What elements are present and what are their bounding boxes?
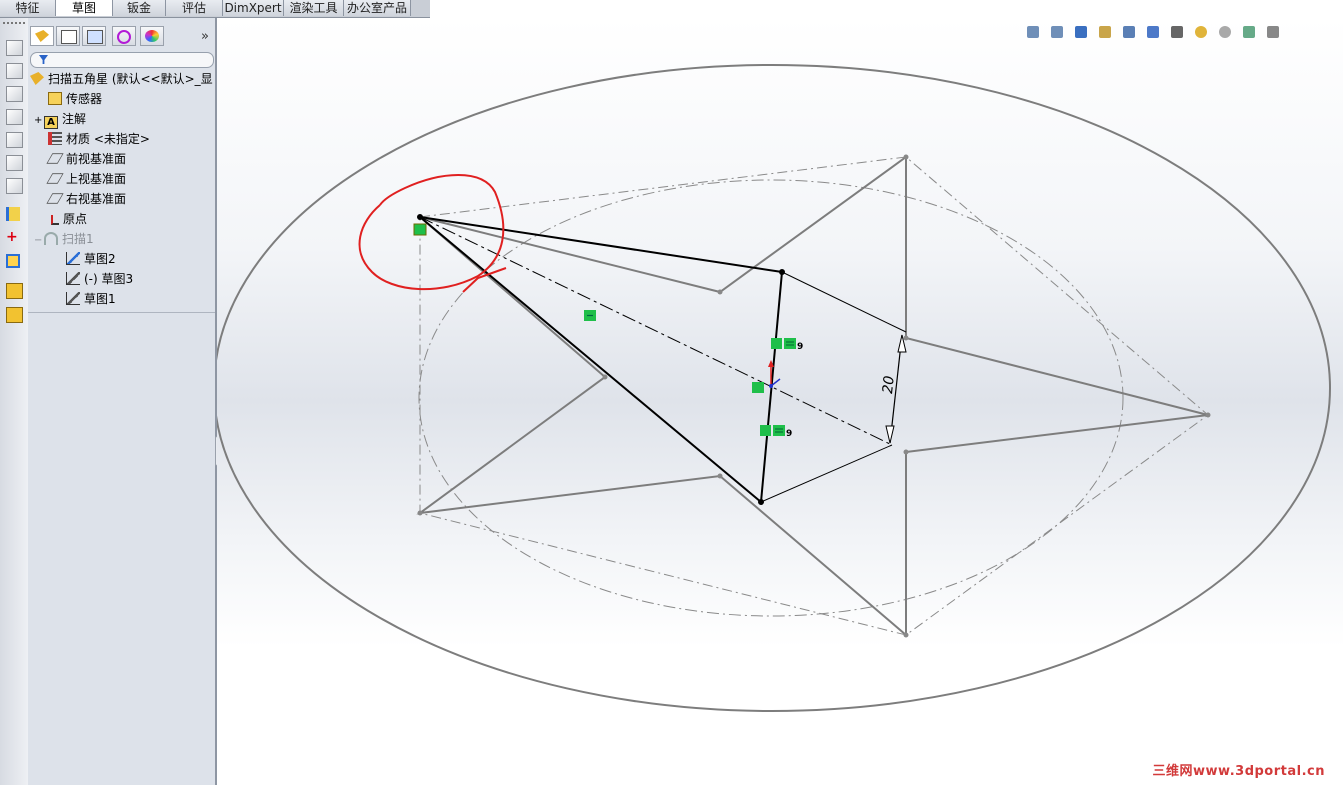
tab-4[interactable]: DimXpert — [223, 0, 284, 16]
sketch-origin — [769, 384, 773, 388]
star-vertex — [602, 374, 608, 380]
tab-6[interactable]: 办公室产品 — [344, 0, 411, 16]
origin-icon — [51, 215, 59, 225]
relations-icon[interactable] — [6, 254, 20, 268]
annotation-icon: A — [44, 116, 58, 129]
expand-icon[interactable]: + — [34, 112, 44, 130]
relation-index: 9 — [797, 342, 803, 352]
layer-icon[interactable] — [6, 307, 23, 323]
tab-configuration-manager[interactable] — [82, 26, 106, 46]
sketch-point[interactable] — [779, 269, 785, 275]
expand-panel-icon[interactable]: » — [201, 29, 209, 44]
sketch-icon — [66, 292, 80, 305]
extension-line — [781, 271, 907, 333]
pierce-relation-icon[interactable] — [752, 382, 764, 393]
plane-icon — [46, 153, 64, 164]
tree-item-front-plane[interactable]: 前视基准面 — [46, 150, 126, 168]
tree-item-sketch2[interactable]: 草图2 — [66, 250, 116, 268]
sweep-icon — [44, 232, 58, 245]
dimension-value[interactable]: 20 — [880, 375, 898, 394]
relation-index: 9 — [786, 429, 792, 439]
sketch-point[interactable] — [758, 499, 764, 505]
watermark: 三维网www.3dportal.cn — [1152, 764, 1325, 779]
tab-dimxpert-manager[interactable] — [112, 26, 136, 46]
centerline — [419, 216, 893, 446]
star-vertex — [903, 335, 909, 341]
panel-tabs: » — [28, 24, 215, 48]
coincident-relation-icon[interactable] — [413, 223, 427, 236]
sketch-icon — [66, 272, 80, 285]
tab-2[interactable]: 钣金 — [113, 0, 166, 16]
star-vertex — [903, 449, 909, 455]
outer-ellipse — [217, 64, 1331, 712]
panel-divider — [28, 312, 215, 313]
sensor-icon — [48, 92, 62, 105]
tab-1[interactable]: 草图 — [56, 0, 113, 16]
crosshair-icon — [117, 30, 131, 44]
graphics-area[interactable]: 20 9 9 三维网www.3dportal.cn — [217, 18, 1343, 785]
layer-icon[interactable] — [6, 283, 23, 299]
plane-icon — [46, 173, 64, 184]
command-manager-tabs: 特征 草图 钣金 评估 DimXpert 渲染工具 办公室产品 — [0, 0, 430, 18]
tree-item-part[interactable]: 扫描五角星 (默认<<默认>_显 — [30, 70, 213, 88]
tab-5[interactable]: 渲染工具 — [284, 0, 344, 16]
sketch-canvas: 20 9 9 — [217, 64, 1331, 712]
star-vertex — [1205, 412, 1211, 418]
tree-item-origin[interactable]: 原点 — [48, 210, 87, 228]
tab-property-manager[interactable] — [56, 26, 80, 46]
tab-3[interactable]: 评估 — [166, 0, 223, 16]
equal-relation-icon[interactable] — [784, 338, 796, 349]
view-cube-icon[interactable] — [6, 40, 23, 56]
star-vertex — [417, 510, 423, 516]
tree-item-sweep[interactable]: − 扫描1 — [34, 230, 94, 248]
sketch-tool-icon[interactable] — [6, 207, 20, 221]
construction-pentagon — [419, 156, 1209, 636]
tree-item-sketch1[interactable]: 草图1 — [66, 290, 116, 308]
star-vertex — [717, 473, 723, 479]
smart-dimension-icon[interactable]: + — [6, 230, 21, 244]
plane-icon — [46, 193, 64, 204]
configuration-icon — [87, 30, 103, 44]
material-icon — [48, 132, 62, 145]
view-cube-icon[interactable] — [6, 63, 23, 79]
vertical-relation-icon[interactable] — [760, 425, 771, 436]
tree-item-material[interactable]: 材质 <未指定> — [48, 130, 150, 148]
sketch-triangle[interactable] — [419, 216, 784, 504]
property-icon — [61, 30, 77, 44]
tab-display-manager[interactable] — [140, 26, 164, 46]
tree-item-sensors[interactable]: 传感器 — [48, 90, 102, 108]
part-icon — [30, 72, 44, 85]
equal-relation-icon[interactable] — [773, 425, 785, 436]
star-vertex — [903, 154, 909, 160]
view-cube-icon[interactable] — [6, 109, 23, 125]
tab-feature-tree[interactable] — [30, 26, 54, 46]
filter-icon — [39, 55, 48, 64]
sketch-point[interactable] — [417, 214, 423, 220]
vertical-relation-icon[interactable] — [771, 338, 782, 349]
tree-item-top-plane[interactable]: 上视基准面 — [46, 170, 126, 188]
toolbar-grip[interactable] — [3, 22, 25, 27]
star-vertex — [717, 289, 723, 295]
tree-item-sketch3[interactable]: (-) 草图3 — [66, 270, 133, 288]
color-wheel-icon — [145, 30, 159, 42]
view-cube-icon[interactable] — [6, 132, 23, 148]
sketch-icon — [66, 252, 80, 265]
tab-0[interactable]: 特征 — [0, 0, 56, 16]
extension-line — [760, 444, 893, 503]
star-profile — [416, 155, 1209, 638]
view-cube-icon[interactable] — [6, 86, 23, 102]
part-icon — [35, 30, 49, 42]
dimension-arrow — [885, 425, 895, 444]
collapse-icon[interactable]: − — [34, 232, 44, 250]
left-toolbar: + — [0, 18, 29, 785]
tree-filter-input[interactable] — [30, 52, 214, 68]
feature-manager-panel: » 扫描五角星 (默认<<默认>_显 传感器 + A 注解 材质 <未指定> 前视基… — [28, 18, 217, 785]
tree-item-annotations[interactable]: + A 注解 — [34, 110, 86, 130]
star-vertex — [903, 632, 909, 638]
tree-item-right-plane[interactable]: 右视基准面 — [46, 190, 126, 208]
view-cube-icon[interactable] — [6, 178, 23, 194]
view-cube-icon[interactable] — [6, 155, 23, 171]
